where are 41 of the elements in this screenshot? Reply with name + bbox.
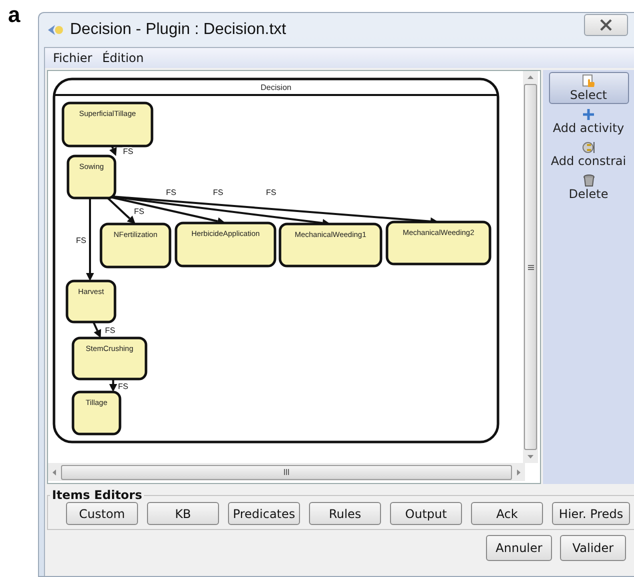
editor-button[interactable]: Predicates <box>228 502 300 525</box>
menu-item[interactable]: Fichier <box>53 51 92 65</box>
menu-item[interactable]: Édition <box>102 51 144 65</box>
vertical-scrollbar[interactable] <box>523 71 538 463</box>
trash-icon <box>582 174 594 187</box>
grip-icon <box>284 469 289 475</box>
hand-pointer-icon <box>582 74 596 88</box>
tool-button[interactable]: Add activity <box>548 106 628 137</box>
editor-button[interactable]: Rules <box>309 502 381 525</box>
tool-button[interactable]: Select <box>548 72 628 104</box>
connector-arrow <box>92 322 102 338</box>
horizontal-scrollbar[interactable] <box>48 463 525 481</box>
editor-button[interactable]: Custom <box>66 502 138 525</box>
connector-arrow <box>109 379 118 392</box>
edge-label: FS <box>266 188 276 197</box>
container-title: Decision <box>260 83 292 92</box>
edge-label: FS <box>118 382 128 391</box>
edge-label: FS <box>105 326 116 335</box>
dialog-button[interactable]: Valider <box>560 535 626 561</box>
close-icon <box>599 19 613 31</box>
editor-button[interactable]: Ack <box>471 502 543 525</box>
edge-label: FS <box>123 147 134 156</box>
grip-icon <box>528 264 534 270</box>
editor-button[interactable]: Hier. Preds <box>552 502 630 525</box>
app-icon <box>47 24 65 36</box>
close-button[interactable] <box>584 14 628 36</box>
tool-button[interactable]: Add constrai <box>548 139 628 170</box>
window-title: Decision - Plugin : Decision.txt <box>70 21 286 39</box>
plus-icon <box>582 108 595 121</box>
edge-label: FS <box>166 188 176 197</box>
tool-button[interactable]: Delete <box>548 172 628 203</box>
editor-button[interactable]: KB <box>147 502 219 525</box>
panel-label: a <box>7 1 22 28</box>
edge-label: FS <box>213 188 224 197</box>
editor-button[interactable]: Output <box>390 502 462 525</box>
group-title: Items Editors <box>51 488 144 502</box>
connector-arrow <box>109 146 117 156</box>
plug-icon <box>582 141 596 154</box>
dialog-button[interactable]: Annuler <box>486 535 552 561</box>
edge-label: FS <box>76 236 86 245</box>
edge-label: FS <box>134 207 144 216</box>
